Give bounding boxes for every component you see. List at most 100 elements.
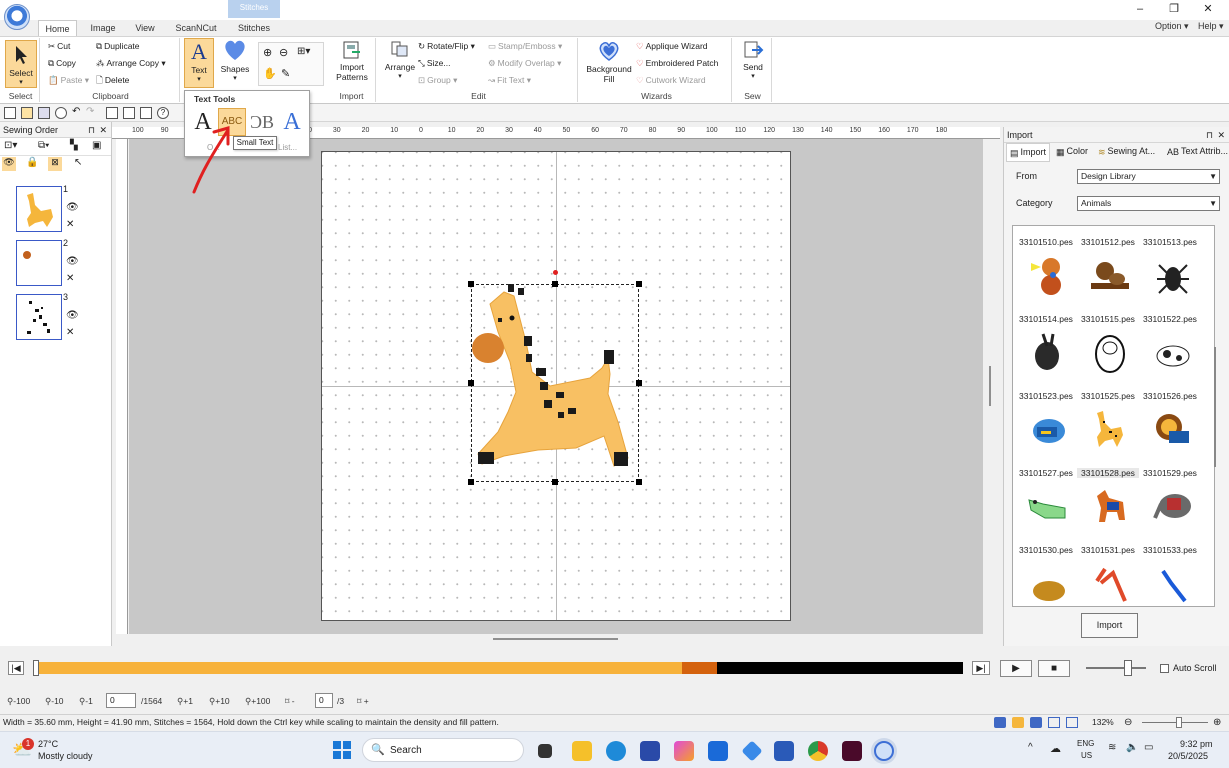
fancy-text-tool-icon[interactable]: A — [279, 108, 305, 136]
panel-close-icon[interactable]: ✕ — [99, 122, 107, 138]
pin-icon[interactable]: ⊓ — [88, 122, 95, 138]
resize-handle-se[interactable] — [636, 479, 642, 485]
windows-start-icon[interactable] — [333, 741, 351, 759]
zoom-out-icon[interactable]: ⊖ — [1124, 715, 1132, 730]
stitch-number-input[interactable]: 0 — [106, 693, 136, 708]
progress-slider-thumb[interactable] — [33, 660, 39, 676]
color-number-input[interactable]: 0 — [315, 693, 333, 708]
zoom-slider[interactable] — [1142, 722, 1208, 723]
from-dropdown[interactable]: Design Library ▼ — [1077, 169, 1220, 184]
back-1-button[interactable]: ⚲-1 — [78, 693, 94, 708]
gallery-item[interactable]: 33101527.pes — [1015, 401, 1077, 478]
gallery-item[interactable] — [1077, 555, 1139, 606]
wifi-icon[interactable]: ≋ — [1108, 742, 1116, 753]
skip-start-icon[interactable]: |◀ — [8, 661, 24, 675]
language-indicator[interactable]: ENG — [1077, 739, 1094, 748]
undo-icon[interactable]: ↶ — [72, 107, 84, 119]
rotate-handle[interactable] — [553, 270, 558, 275]
tab-scanncut[interactable]: ScanNCut — [170, 20, 222, 36]
visible-eye-icon[interactable]: 👁 — [66, 310, 79, 321]
visible-eye-icon[interactable]: 👁 — [66, 202, 79, 213]
frame-icon[interactable]: ▣ — [92, 140, 101, 151]
arrange-button[interactable]: Arrange ▾ — [382, 40, 418, 88]
category-dropdown[interactable]: Animals ▼ — [1077, 196, 1220, 211]
zoom-out-icon[interactable]: ⊖ — [279, 46, 288, 59]
gallery-item[interactable]: 33101510.pes — [1015, 226, 1077, 247]
cross-toggle-icon[interactable]: ⊠ — [48, 157, 62, 171]
stitch-progress-bar[interactable] — [38, 662, 963, 674]
measure-icon[interactable]: ✎ — [281, 67, 290, 80]
option-menu[interactable]: Option ▾ — [1155, 21, 1189, 32]
delete-button[interactable]: 🗋 Delete — [96, 73, 129, 89]
open-folder-icon[interactable] — [21, 107, 33, 119]
view-mode-outline-icon[interactable] — [1048, 717, 1060, 728]
view-mode-stitch-icon[interactable] — [1012, 717, 1024, 728]
shapes-button[interactable]: Shapes ▾ — [218, 38, 252, 88]
restore-icon[interactable]: ❐ — [1162, 2, 1186, 16]
duplicate-button[interactable]: ⧉ Duplicate — [96, 39, 140, 55]
panel-close-icon[interactable]: ✕ — [1217, 127, 1225, 143]
modify-overlap-button[interactable]: ⚙ Modify Overlap ▾ — [488, 56, 561, 72]
monogram-tool-icon[interactable]: ƆB — [249, 108, 275, 136]
file-explorer-icon[interactable] — [572, 741, 592, 761]
minimize-icon[interactable]: – — [1128, 2, 1152, 16]
arrange-copy-button[interactable]: ⁂ Arrange Copy ▾ — [96, 56, 166, 72]
sewing-order-item-3[interactable] — [16, 294, 62, 340]
zoom-in-icon[interactable]: ⊕ — [1213, 715, 1221, 730]
help-menu[interactable]: Help ▾ — [1198, 21, 1224, 32]
zoom-icon[interactable] — [55, 107, 67, 119]
eye-toggle-icon[interactable]: 👁 — [2, 157, 16, 171]
help-icon[interactable]: ? — [157, 107, 169, 119]
forward-1-button[interactable]: ⚲+1 — [176, 693, 194, 708]
next-color-button[interactable]: ⌑ + — [356, 693, 370, 708]
panel-icon[interactable] — [140, 107, 152, 119]
resize-handle-n[interactable] — [552, 281, 558, 287]
send-button[interactable]: Send ▾ — [736, 40, 770, 88]
size-button[interactable]: ⤡ Size... — [418, 56, 450, 72]
copilot-icon[interactable] — [674, 741, 694, 761]
zoom-fit-icon[interactable]: ⊞▾ — [297, 46, 310, 57]
copy-button[interactable]: ⧉ Copy — [48, 56, 76, 72]
background-fill-button[interactable]: Background Fill — [584, 40, 634, 88]
gallery-item[interactable]: 33101533.pes — [1139, 478, 1201, 555]
view-icon[interactable] — [123, 107, 135, 119]
applique-wizard-button[interactable]: ♡ Applique Wizard — [636, 39, 708, 55]
embroidery-app-icon[interactable] — [874, 741, 894, 761]
resize-handle-sw[interactable] — [468, 479, 474, 485]
gallery-item[interactable]: 33101515.pes — [1077, 247, 1139, 324]
gallery-item[interactable] — [1139, 555, 1201, 606]
dropbox-icon[interactable] — [741, 740, 763, 762]
hide-x-icon[interactable]: ✕ — [66, 327, 74, 338]
app-menu-icon[interactable] — [4, 4, 30, 30]
tab-color[interactable]: ▦ Color — [1056, 143, 1088, 160]
color-sort-icon[interactable]: ▚ — [70, 140, 78, 151]
view-mode-image-icon[interactable] — [1066, 717, 1078, 728]
volume-icon[interactable]: 🔈 — [1126, 742, 1138, 753]
sewing-order-item-2[interactable] — [16, 240, 62, 286]
clock-date[interactable]: 20/5/2025 — [1168, 751, 1208, 761]
paste-button[interactable]: 📋 Paste ▾ — [48, 73, 89, 89]
gallery-scrollbar[interactable] — [1214, 347, 1216, 467]
gallery-item[interactable]: 33101522.pes — [1139, 247, 1201, 324]
tab-image[interactable]: Image — [84, 20, 122, 36]
group-button[interactable]: ⊡ Group ▾ — [418, 73, 457, 89]
lock-icon[interactable]: 🔒 — [26, 157, 38, 168]
speed-slider[interactable] — [1086, 667, 1146, 669]
stamp-emboss-button[interactable]: ▭ Stamp/Emboss ▾ — [488, 39, 562, 55]
hide-x-icon[interactable]: ✕ — [66, 219, 74, 230]
import-patterns-button[interactable]: Import Patterns — [332, 40, 372, 88]
clock-time[interactable]: 9:32 pm — [1180, 739, 1213, 749]
order-icon[interactable]: ⧉▾ — [38, 140, 49, 151]
view-mode-realistic-icon[interactable] — [994, 717, 1006, 728]
sewing-order-item-1[interactable] — [16, 186, 62, 232]
close-icon[interactable]: ✕ — [1196, 2, 1220, 16]
save-icon[interactable] — [38, 107, 50, 119]
resize-handle-ne[interactable] — [636, 281, 642, 287]
gallery-item[interactable]: 33101529.pes — [1139, 401, 1201, 478]
pin-icon[interactable]: ⊓ — [1206, 127, 1213, 143]
play-button[interactable]: ▶ — [1000, 660, 1032, 677]
word-icon[interactable] — [774, 741, 794, 761]
gallery-item[interactable]: 33101513.pes — [1139, 226, 1201, 247]
select-button[interactable]: Select ▾ — [5, 40, 37, 88]
resize-handle-w[interactable] — [468, 380, 474, 386]
